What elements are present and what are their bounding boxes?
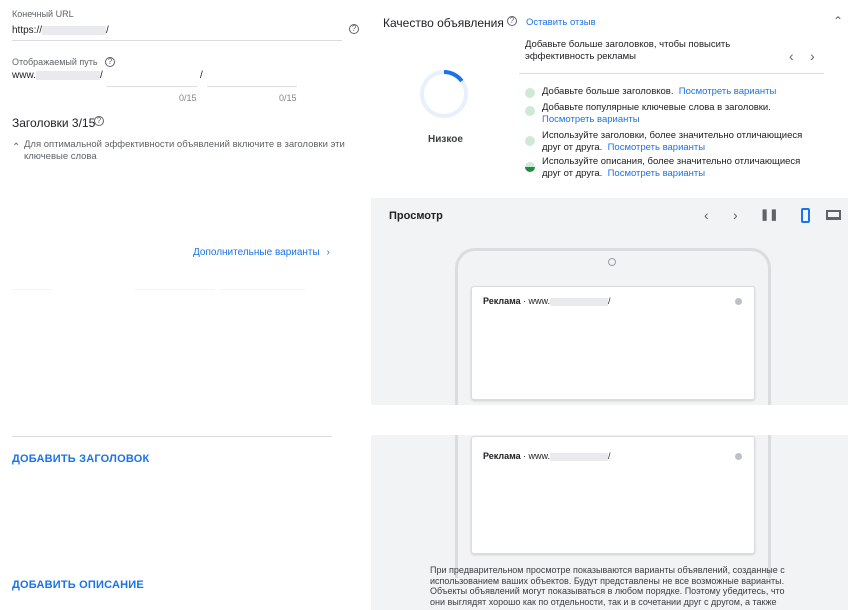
headlines-hint: Для оптимальной эффективности объявлений… [24, 139, 345, 162]
info-icon[interactable] [735, 453, 742, 460]
suggestion-item: Используйте описания, более значительно … [542, 156, 801, 179]
add-headline-button[interactable]: ДОБАВИТЬ ЗАГОЛОВОК [12, 453, 149, 465]
status-dot-icon [525, 88, 535, 98]
ad-url: · www. / [523, 451, 611, 461]
help-icon[interactable]: ? [94, 116, 104, 126]
headlines-title: Заголовки 3/15 [12, 116, 96, 130]
reload-icon [608, 258, 616, 266]
chevron-left-icon[interactable]: ‹ [704, 207, 709, 223]
divider [371, 405, 848, 435]
divider [220, 289, 305, 290]
view-variants-link[interactable]: Посмотреть варианты [608, 142, 706, 153]
help-icon[interactable]: ? [349, 24, 359, 34]
quality-title: Качество объявления [383, 16, 504, 30]
final-url-suffix: / [106, 25, 109, 36]
help-icon[interactable]: ? [105, 57, 115, 67]
path1-input[interactable] [107, 86, 197, 87]
divider [519, 73, 824, 74]
final-url-underline [12, 40, 342, 41]
collapse-chevron-icon[interactable]: ⌃ [833, 14, 843, 28]
divider [12, 436, 332, 437]
chevron-right-icon[interactable]: › [810, 48, 815, 64]
more-variants-link[interactable]: Дополнительные варианты › [193, 247, 330, 258]
view-variants-link[interactable]: Посмотреть варианты [608, 168, 706, 179]
mobile-view-icon[interactable] [801, 208, 810, 223]
suggestion-item: Добавьте больше заголовков. Посмотреть в… [542, 86, 777, 97]
redacted-domain [550, 452, 609, 461]
display-path-label: Отображаемый путь [12, 57, 98, 67]
status-dot-icon [525, 136, 535, 146]
status-dot-icon [525, 106, 535, 116]
divider [12, 289, 52, 290]
suggestion-header: Добавьте больше заголовков, чтобы повыси… [525, 39, 731, 62]
path1-counter: 0/15 [179, 93, 197, 103]
pause-icon[interactable]: ❚❚ [760, 208, 778, 221]
path2-input[interactable] [207, 86, 297, 87]
preview-disclaimer: При предварительном просмотре показывают… [430, 565, 785, 607]
chevron-left-icon[interactable]: ‹ [789, 48, 794, 64]
ad-url: · www. / [523, 296, 611, 306]
view-variants-link[interactable]: Посмотреть варианты [542, 114, 640, 125]
view-variants-link[interactable]: Посмотреть варианты [679, 86, 777, 97]
redacted-domain [550, 297, 609, 306]
path2-counter: 0/15 [279, 93, 297, 103]
quality-ring [420, 70, 468, 118]
feedback-link[interactable]: Оставить отзыв [526, 17, 596, 28]
status-dot-icon [525, 162, 535, 172]
ad-label: Реклама [483, 296, 521, 306]
ad-form-panel: Конечный URL https:// / ? Отображаемый пу… [0, 0, 370, 610]
suggestion-item: Используйте заголовки, более значительно… [542, 130, 803, 153]
desktop-view-icon[interactable] [826, 210, 841, 220]
quality-rating: Низкое [428, 134, 463, 145]
preview-title: Просмотр [389, 210, 443, 222]
final-url-label: Конечный URL [12, 9, 74, 19]
chevron-right-icon: › [326, 247, 330, 258]
divider [135, 289, 215, 290]
add-description-button[interactable]: ДОБАВИТЬ ОПИСАНИЕ [12, 579, 144, 591]
help-icon[interactable]: ? [507, 16, 517, 26]
ad-label: Реклама [483, 451, 521, 461]
redacted-domain [42, 25, 107, 35]
redacted-domain [35, 70, 100, 80]
final-url-prefix: https:// [12, 25, 43, 36]
display-path-base: www. [12, 70, 100, 81]
final-url-field[interactable]: https:// / [12, 25, 109, 36]
path-separator: / [100, 70, 103, 81]
suggestion-item: Добавьте популярные ключевые слова в заг… [542, 102, 771, 125]
info-icon[interactable] [735, 298, 742, 305]
path-separator: / [200, 70, 203, 81]
chevron-right-icon[interactable]: › [733, 207, 738, 223]
chevron-up-icon[interactable]: ⌃ [12, 142, 20, 153]
